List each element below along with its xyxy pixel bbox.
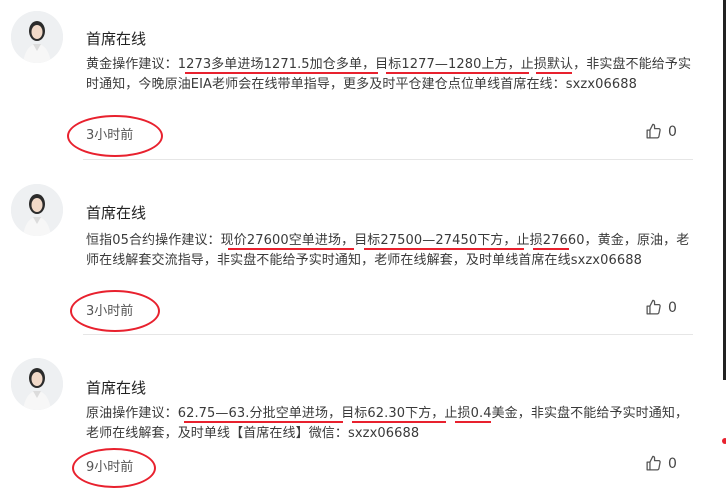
- like-count: 0: [668, 455, 677, 472]
- annotation-underline: [536, 72, 572, 74]
- annotation-underline: [228, 248, 354, 250]
- comment-content: 恒指05合约操作建议：现价27600空单进场，目标27500—27450下方，止…: [86, 233, 690, 268]
- annotation-underline: [352, 421, 446, 423]
- comment-content: 原油操作建议：62.75—63.分批空单进场，目标62.30下方，止损0.4美金…: [86, 406, 689, 441]
- annotation-underline: [364, 248, 524, 250]
- like-button[interactable]: 0: [645, 455, 677, 472]
- thumbs-up-icon: [645, 455, 662, 472]
- annotation-underline: [184, 421, 343, 423]
- avatar[interactable]: [11, 358, 63, 410]
- avatar[interactable]: [11, 11, 63, 63]
- annotation-underline: [533, 248, 569, 250]
- annotation-underline: [386, 72, 529, 74]
- avatar[interactable]: [11, 184, 63, 236]
- thumbs-up-icon: [645, 123, 662, 140]
- annotation-circle: [70, 290, 160, 332]
- comment-username[interactable]: 首席在线: [86, 28, 146, 49]
- divider: [83, 159, 693, 160]
- notification-dot: [722, 438, 726, 444]
- like-count: 0: [668, 299, 677, 316]
- comment-content: 黄金操作建议：1273多单进场1271.5加仓多单，目标1277—1280上方，…: [86, 57, 692, 92]
- annotation-underline: [185, 72, 378, 74]
- divider: [83, 334, 693, 335]
- annotation-underline: [455, 421, 491, 423]
- like-count: 0: [668, 123, 677, 140]
- thumbs-up-icon: [645, 299, 662, 316]
- comment-username[interactable]: 首席在线: [86, 377, 146, 398]
- like-button[interactable]: 0: [645, 299, 677, 316]
- annotation-circle: [67, 115, 163, 157]
- annotation-circle: [72, 448, 156, 488]
- like-button[interactable]: 0: [645, 123, 677, 140]
- comment-username[interactable]: 首席在线: [86, 202, 146, 223]
